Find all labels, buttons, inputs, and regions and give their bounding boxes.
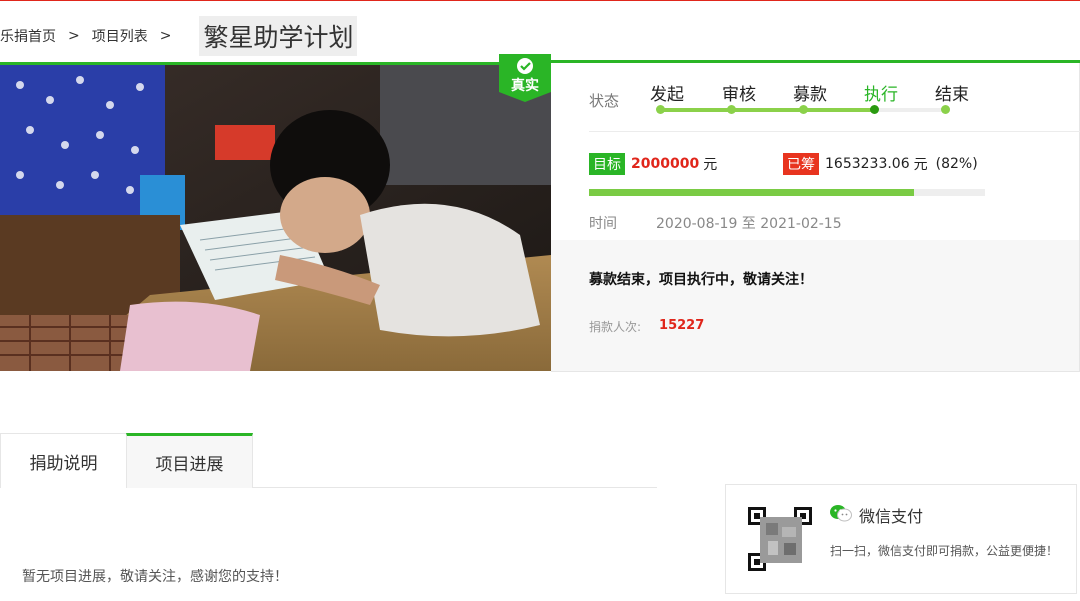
raised-value: 1653233.06 — [825, 156, 910, 172]
breadcrumb-home-link[interactable]: 乐捐首页 — [0, 26, 56, 46]
step-finished: 结束 — [935, 85, 969, 105]
donor-count-label: 捐款人次: — [589, 320, 642, 334]
step-dot — [799, 105, 808, 114]
breadcrumb-separator: > — [159, 28, 172, 44]
tab-donation-info[interactable]: 捐助说明 — [0, 433, 127, 488]
breadcrumb-separator: > — [68, 28, 80, 44]
wechat-pay-title-row: 微信支付 — [830, 503, 923, 527]
top-accent-line — [0, 0, 1080, 1]
wechat-pay-title: 微信支付 — [859, 507, 924, 526]
step-fundraising: 募款 — [793, 85, 827, 105]
progress-empty-message: 暂无项目进展，敬请关注，感谢您的支持！ — [22, 569, 288, 585]
status-notice: 募款结束，项目执行中，敬请关注！ — [589, 272, 813, 288]
time-row: 时间 2020-08-19 至 2021-02-15 — [589, 213, 842, 233]
goal-unit: 元 — [703, 157, 718, 173]
raised-row: 已筹 1653233.06 元 (82%) — [783, 153, 978, 175]
status-track-fill — [660, 108, 876, 112]
tab-project-progress[interactable]: 项目进展 — [126, 433, 253, 488]
step-dot — [941, 105, 950, 114]
qr-code[interactable] — [748, 507, 812, 571]
goal-tag: 目标 — [589, 153, 625, 175]
raised-tag: 已筹 — [783, 153, 819, 175]
step-review: 审核 — [722, 85, 756, 105]
step-initiated: 发起 — [650, 85, 684, 105]
wechat-pay-card: 微信支付 扫一扫，微信支付即可捐款，公益更便捷！ — [725, 484, 1077, 594]
status-label: 状态 — [589, 92, 620, 110]
goal-value: 2000000 — [631, 156, 700, 172]
step-dot — [727, 105, 736, 114]
step-dot — [656, 105, 665, 114]
status-steps: 发起 审核 募款 执行 结束 — [650, 80, 970, 120]
funding-progress-fill — [589, 189, 914, 196]
raised-unit: 元 — [913, 157, 928, 173]
donor-count-row: 捐款人次: 15227 — [589, 318, 704, 335]
panel-accent-bar — [551, 60, 1080, 63]
wechat-icon — [830, 504, 852, 526]
raised-percent: (82%) — [935, 156, 978, 172]
breadcrumb-list-link[interactable]: 项目列表 — [92, 26, 148, 46]
verified-badge: 真实 — [499, 54, 551, 102]
goal-row: 目标 2000000 元 — [589, 153, 717, 175]
divider — [589, 131, 1080, 132]
time-label: 时间 — [589, 216, 617, 232]
page-title: 繁星助学计划 — [199, 16, 358, 56]
step-execution: 执行 — [864, 85, 898, 105]
donor-count-value: 15227 — [659, 318, 705, 333]
time-range: 2020-08-19 至 2021-02-15 — [656, 216, 842, 232]
wechat-pay-description: 扫一扫，微信支付即可捐款，公益更便捷！ — [830, 544, 1059, 558]
step-dot-current — [870, 105, 879, 114]
notice-box: 募款结束，项目执行中，敬请关注！ 捐款人次: 15227 — [551, 240, 1079, 371]
project-photo — [0, 62, 551, 371]
breadcrumb: 乐捐首页 > 项目列表 > 繁星助学计划 — [0, 16, 358, 56]
content-tabs: 捐助说明 项目进展 — [0, 433, 657, 488]
verified-badge-label: 真实 — [511, 77, 539, 94]
funding-progress-bar — [589, 189, 985, 196]
project-info-panel: 状态 发起 审核 募款 执行 结束 目标 2000000 元 已筹 165323… — [551, 60, 1080, 372]
